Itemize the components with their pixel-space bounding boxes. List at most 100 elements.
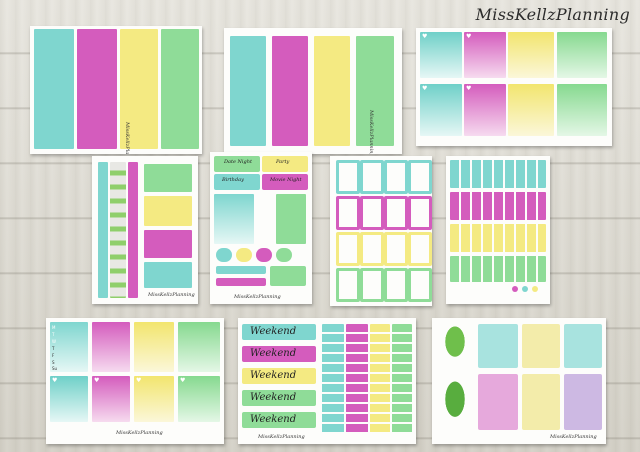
sheet-watermark: MissKellzPlanning [550, 434, 597, 440]
date-night-label: Date Night [224, 159, 252, 165]
sticker-sheet-cactus-art: MissKellzPlanning [432, 318, 606, 444]
teal-dot [522, 286, 528, 292]
sticker-sheet-weekend-banners: Weekend Weekend Weekend Weekend Weekend … [238, 318, 416, 444]
magenta-heart-grid [346, 324, 368, 434]
weekend-label: Weekend [250, 326, 297, 337]
teal-frame-box [384, 160, 408, 194]
yellow-weekday-box [134, 322, 174, 372]
heart-icon: ♥ [94, 377, 100, 384]
teal-weekday-box [50, 322, 88, 372]
yellow-frame-box [336, 232, 360, 266]
weekday-letter: W [52, 339, 56, 344]
green-frame-box [360, 268, 384, 302]
green-frame-box [408, 268, 432, 302]
sheet-watermark: MissKellzPlanning [116, 430, 163, 436]
sticker-sheet-word-columns: MissKellzPlanning [224, 28, 402, 154]
sticker-sheet-heart-boxes: ♥ ♥ ♥ ♥ [416, 28, 612, 146]
green-frame-box [336, 268, 360, 302]
teal-heart-grid [322, 324, 344, 434]
birthday-label: Birthday [222, 177, 244, 183]
green-gradient-box [557, 84, 607, 136]
teal-frame-box [408, 160, 432, 194]
green-tab [276, 248, 292, 262]
wood-background: MissKellzPlanning MissKellzPlanning Miss… [0, 0, 640, 452]
heart-icon: ♥ [180, 377, 186, 384]
green-column [161, 29, 199, 149]
magenta-tab [256, 248, 272, 262]
yellow-frame-box [360, 232, 384, 266]
weekday-gradient-box [214, 194, 254, 244]
party-label: Party [276, 159, 290, 165]
sheet-watermark: MissKellzPlanning [124, 122, 130, 154]
yellow-gradient-box [508, 84, 554, 136]
tv-box [270, 266, 306, 286]
teal-washi-strip [98, 162, 108, 298]
magenta-box [144, 230, 192, 258]
teal-tab [216, 248, 232, 262]
magenta-icon-row [216, 278, 266, 286]
heart-icon: ♥ [136, 377, 142, 384]
teal-column [230, 36, 266, 146]
teal-frame-box [360, 160, 384, 194]
sheet-watermark: MissKellzPlanning [368, 110, 374, 154]
weekday-letter: S [52, 360, 55, 365]
cactus-pattern-strip [110, 162, 126, 298]
cactus-tile-magenta [478, 374, 518, 430]
weekday-letter: F [52, 353, 55, 358]
weekday-letter: Su [52, 366, 58, 371]
cactus-tile-yellow [522, 374, 560, 430]
weekend-label: Weekend [250, 414, 297, 425]
sticker-sheet-full-boxes [330, 156, 432, 306]
sticker-sheet-icon-grid [446, 156, 550, 304]
yellow-column [314, 36, 350, 146]
sticker-sheet-functional: Date Night Party Movie Night Birthday Mi… [210, 152, 312, 304]
yellow-icon-grid [450, 224, 546, 252]
cactus-tile-teal [478, 324, 518, 368]
heart-icon: ♥ [422, 85, 428, 92]
heart-icon: ♥ [466, 33, 472, 40]
green-column [356, 36, 394, 146]
cactus-tile-lavender [564, 374, 602, 430]
teal-box [144, 262, 192, 288]
green-check-list [276, 194, 306, 244]
weekend-label: Weekend [250, 392, 297, 403]
teal-icon-grid [450, 160, 546, 188]
yellow-dot [532, 286, 538, 292]
teal-column [34, 29, 74, 149]
yellow-frame-box [408, 232, 432, 266]
magenta-frame-box [408, 196, 432, 230]
weekday-letter: T [52, 332, 55, 337]
cactus-icon [438, 374, 472, 430]
magenta-icon-grid [450, 192, 546, 220]
sheet-watermark: MissKellzPlanning [234, 294, 281, 300]
magenta-frame-box [360, 196, 384, 230]
yellow-heart-grid [370, 324, 390, 434]
cactus-tile-teal [564, 324, 602, 368]
magenta-column [77, 29, 117, 149]
green-gradient-box [557, 32, 607, 78]
magenta-dot [512, 286, 518, 292]
magenta-weekday-box [92, 322, 130, 372]
cactus-icon [438, 324, 472, 368]
magenta-frame-box [336, 196, 360, 230]
sheet-watermark: MissKellzPlanning [258, 434, 305, 440]
sticker-sheet-weekday-gradients: M T W T F S Su ♥ ♥ ♥ ♥ MissKellzPlanning [46, 318, 224, 444]
magenta-frame-box [384, 196, 408, 230]
magenta-washi-strip [128, 162, 138, 298]
sticker-sheet-washi-strips: MissKellzPlanning [92, 156, 198, 304]
cactus-tile-yellow [522, 324, 560, 368]
sheet-watermark: MissKellzPlanning [148, 292, 195, 298]
weekend-label: Weekend [250, 348, 297, 359]
teal-frame-box [336, 160, 360, 194]
weekday-letter: M [52, 325, 56, 330]
yellow-box [144, 196, 192, 226]
sticker-sheet-icon-columns: MissKellzPlanning [30, 26, 202, 154]
heart-icon: ♥ [422, 33, 428, 40]
green-box [144, 164, 192, 192]
green-weekday-box [178, 322, 220, 372]
green-icon-grid [450, 256, 546, 282]
heart-icon: ♥ [52, 377, 58, 384]
yellow-frame-box [384, 232, 408, 266]
magenta-column [272, 36, 308, 146]
weekday-letter: T [52, 346, 55, 351]
